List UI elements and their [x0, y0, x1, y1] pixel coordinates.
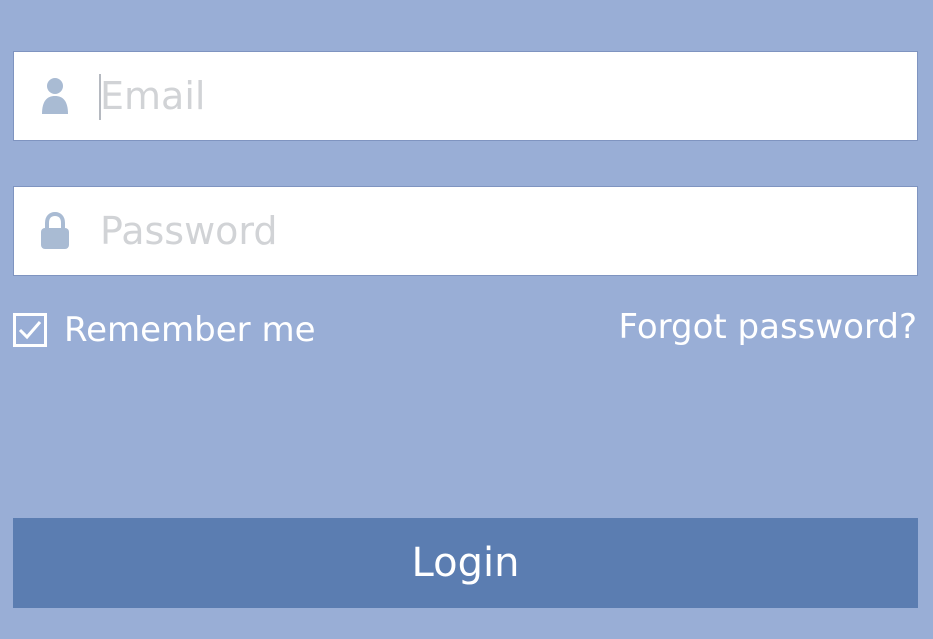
checkmark-icon — [18, 321, 42, 340]
login-button[interactable]: Login — [13, 518, 918, 608]
password-input[interactable] — [100, 187, 900, 275]
remember-me-checkbox[interactable] — [13, 313, 47, 347]
lock-icon — [40, 212, 70, 250]
email-input[interactable] — [100, 52, 900, 140]
password-field[interactable] — [13, 186, 918, 276]
email-field[interactable] — [13, 51, 918, 141]
remember-me-toggle[interactable]: Remember me — [13, 310, 316, 350]
user-icon — [40, 77, 70, 115]
remember-me-label: Remember me — [64, 310, 316, 350]
forgot-password-link[interactable]: Forgot password? — [618, 307, 917, 347]
login-form: Remember me Forgot password? Login — [0, 0, 933, 639]
